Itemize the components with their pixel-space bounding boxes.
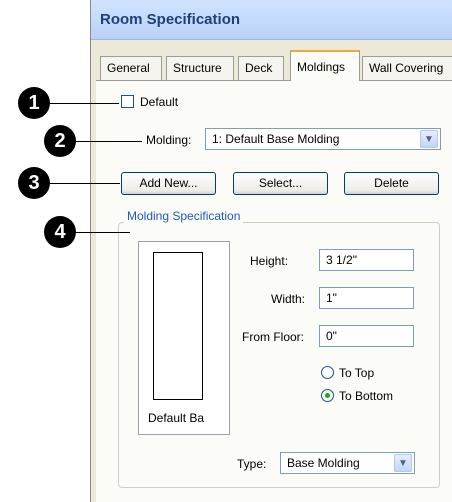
default-checkbox-label: Default <box>140 95 179 109</box>
callout-4: 4 <box>44 216 76 248</box>
window-title: Room Specification <box>100 11 241 28</box>
height-field[interactable]: 3 1/2" <box>319 249 414 271</box>
molding-preview-shape <box>153 252 203 400</box>
select-button[interactable]: Select... <box>233 172 328 195</box>
chevron-down-icon[interactable]: ▼ <box>420 130 438 148</box>
molding-select-value: 1: Default Base Molding <box>212 132 340 146</box>
to-bottom-label: To Bottom <box>339 389 394 403</box>
type-select-value: Base Molding <box>287 456 360 470</box>
molding-specification-title: Molding Specification <box>124 209 244 223</box>
tab-baseline <box>96 80 452 81</box>
to-bottom-radio[interactable] <box>321 389 334 402</box>
width-label: Width: <box>271 292 306 306</box>
add-new-button[interactable]: Add New... <box>121 172 216 195</box>
radio-dot-icon <box>325 393 330 398</box>
type-label: Type: <box>237 457 267 471</box>
to-top-label: To Top <box>339 366 375 380</box>
delete-button[interactable]: Delete <box>344 172 439 195</box>
tab-moldings[interactable]: Moldings <box>290 50 360 81</box>
to-top-radio[interactable] <box>321 366 334 379</box>
width-field[interactable]: 1" <box>319 287 414 309</box>
molding-preview-caption: Default Ba <box>148 411 205 425</box>
tab-wall-covering[interactable]: Wall Covering <box>362 56 452 80</box>
tab-structure[interactable]: Structure <box>166 56 234 80</box>
height-label: Height: <box>250 254 289 268</box>
chevron-down-icon[interactable]: ▼ <box>394 454 412 472</box>
default-checkbox[interactable] <box>121 95 134 108</box>
callout-3: 3 <box>18 167 50 199</box>
from-floor-field[interactable]: 0" <box>319 325 414 347</box>
from-floor-label: From Floor: <box>242 330 305 344</box>
tab-deck[interactable]: Deck <box>238 56 284 80</box>
callout-1: 1 <box>18 87 50 119</box>
molding-label: Molding: <box>146 133 192 147</box>
tab-general[interactable]: General <box>100 56 162 80</box>
callout-2: 2 <box>44 125 76 157</box>
molding-select[interactable]: 1: Default Base Molding <box>205 128 441 150</box>
